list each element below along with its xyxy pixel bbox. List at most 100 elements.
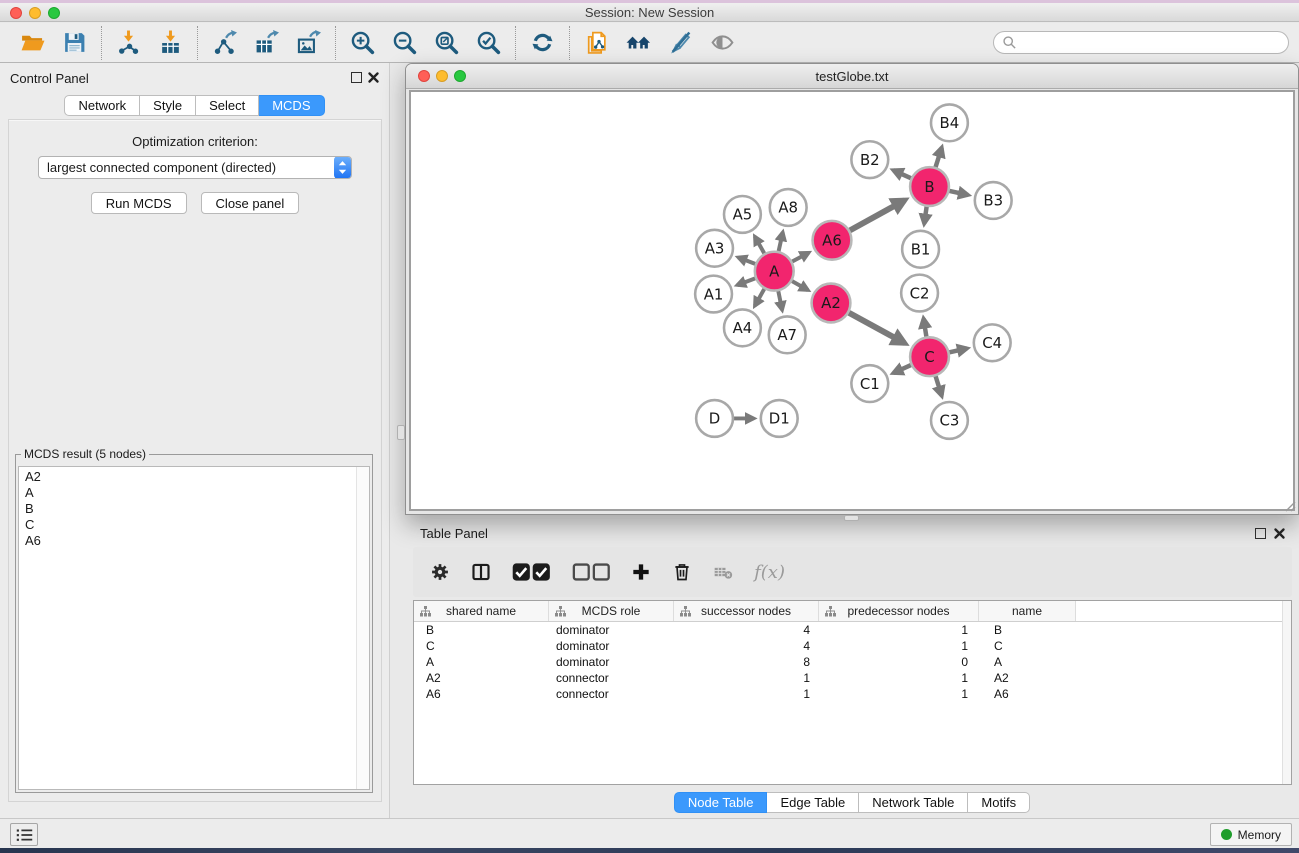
graph-edge-B-B2[interactable]	[893, 170, 911, 178]
search-box[interactable]	[993, 31, 1289, 54]
result-scrollbar[interactable]	[356, 467, 369, 789]
graph-node-C3[interactable]: C3	[931, 402, 968, 439]
create-column-icon[interactable]	[631, 562, 651, 582]
column-header-successor-nodes[interactable]: successor nodes	[674, 601, 819, 621]
select-all-columns-icon[interactable]	[512, 562, 551, 582]
table-cell[interactable]: 4	[674, 623, 819, 637]
graph-node-A6[interactable]: A6	[813, 221, 852, 260]
graph-edge-A-A4[interactable]	[755, 289, 764, 306]
graph-edge-B-B4[interactable]	[936, 148, 942, 168]
task-history-button[interactable]	[10, 823, 38, 846]
table-cell[interactable]: A2	[414, 671, 549, 685]
column-header-mcds-role[interactable]: MCDS role	[549, 601, 674, 621]
graph-node-A8[interactable]: A8	[770, 189, 807, 226]
table-cell[interactable]: connector	[549, 687, 674, 701]
export-network-icon[interactable]	[212, 30, 237, 55]
graph-node-D1[interactable]: D1	[761, 400, 798, 437]
result-item[interactable]: B	[19, 501, 369, 517]
graph-edge-A-A3[interactable]	[738, 257, 755, 264]
column-header-name[interactable]: name	[979, 601, 1076, 621]
duplicate-network-icon[interactable]	[584, 30, 609, 55]
graph-edge-A-A1[interactable]	[737, 278, 755, 285]
table-cell[interactable]: 1	[819, 639, 979, 653]
graph-node-B3[interactable]: B3	[975, 182, 1012, 219]
graph-node-C[interactable]: C	[910, 337, 949, 376]
graph-node-B1[interactable]: B1	[902, 231, 939, 268]
open-file-icon[interactable]	[20, 30, 45, 55]
graph-edge-A-A2[interactable]	[792, 281, 808, 290]
graph-edge-A2-C[interactable]	[849, 313, 905, 343]
table-cell[interactable]: 1	[674, 671, 819, 685]
graph-edge-B-B1[interactable]	[924, 207, 926, 224]
table-cell[interactable]: B	[979, 623, 1076, 637]
search-input[interactable]	[1017, 35, 1288, 50]
graph-edge-C-C4[interactable]	[949, 348, 967, 352]
table-cell[interactable]: B	[414, 623, 549, 637]
save-session-icon[interactable]	[62, 30, 87, 55]
graph-edge-C-C1[interactable]	[893, 365, 911, 373]
table-cell[interactable]: dominator	[549, 639, 674, 653]
graph-edge-C-C2[interactable]	[924, 319, 927, 337]
graph-edge-A6-B[interactable]	[850, 200, 905, 230]
table-cell[interactable]: A	[414, 655, 549, 669]
tab-motifs[interactable]: Motifs	[968, 792, 1030, 813]
result-item[interactable]: A	[19, 485, 369, 501]
tab-mcds[interactable]: MCDS	[259, 95, 324, 116]
tab-network[interactable]: Network	[64, 95, 140, 116]
tab-network-table[interactable]: Network Table	[859, 792, 968, 813]
graph-edge-A-A6[interactable]	[792, 253, 808, 262]
graph-node-B4[interactable]: B4	[931, 104, 968, 141]
tab-style[interactable]: Style	[140, 95, 196, 116]
zoom-out-icon[interactable]	[392, 30, 417, 55]
table-cell[interactable]: 1	[819, 687, 979, 701]
tab-edge-table[interactable]: Edge Table	[767, 792, 859, 813]
hide-graphics-icon[interactable]	[668, 30, 693, 55]
graph-node-A1[interactable]: A1	[695, 276, 732, 313]
graph-node-D[interactable]: D	[696, 400, 733, 437]
zoom-fit-icon[interactable]	[434, 30, 459, 55]
close-table-panel-icon[interactable]	[1273, 527, 1286, 540]
table-row[interactable]: A6connector11A6	[414, 686, 1291, 702]
close-panel-icon[interactable]	[367, 71, 380, 84]
table-cell[interactable]: dominator	[549, 623, 674, 637]
graph-edge-B-B3[interactable]	[949, 191, 967, 195]
table-options-gear-icon[interactable]	[430, 562, 450, 582]
float-table-panel-icon[interactable]	[1255, 528, 1266, 539]
result-item[interactable]: A6	[19, 533, 369, 549]
table-cell[interactable]: dominator	[549, 655, 674, 669]
graph-node-A7[interactable]: A7	[769, 316, 806, 353]
table-cell[interactable]: A	[979, 655, 1076, 669]
graph-node-A3[interactable]: A3	[696, 230, 733, 267]
tab-select[interactable]: Select	[196, 95, 259, 116]
table-cell[interactable]: 8	[674, 655, 819, 669]
tab-node-table[interactable]: Node Table	[674, 792, 768, 813]
graph-node-B[interactable]: B	[910, 167, 949, 206]
first-neighbors-icon[interactable]	[626, 30, 651, 55]
table-cell[interactable]: connector	[549, 671, 674, 685]
vertical-split-handle[interactable]	[397, 425, 405, 440]
graph-node-C1[interactable]: C1	[851, 365, 888, 402]
table-cell[interactable]: A2	[979, 671, 1076, 685]
table-row[interactable]: Cdominator41C	[414, 638, 1291, 654]
run-mcds-button[interactable]: Run MCDS	[91, 192, 187, 214]
network-canvas[interactable]: AA1A2A3A4A5A6A7A8BB1B2B3B4CC1C2C3C4DD1	[409, 90, 1295, 511]
result-item[interactable]: C	[19, 517, 369, 533]
delete-columns-icon[interactable]	[672, 562, 692, 582]
table-cell[interactable]: C	[979, 639, 1076, 653]
table-cell[interactable]: C	[414, 639, 549, 653]
table-scrollbar[interactable]	[1282, 601, 1291, 784]
graph-node-A[interactable]: A	[755, 252, 794, 291]
import-network-icon[interactable]	[116, 30, 141, 55]
column-header-shared-name[interactable]: shared name	[414, 601, 549, 621]
graph-node-A2[interactable]: A2	[812, 284, 851, 323]
export-table-icon[interactable]	[254, 30, 279, 55]
show-graphics-icon[interactable]	[710, 30, 735, 55]
refresh-view-icon[interactable]	[530, 30, 555, 55]
table-cell[interactable]: 4	[674, 639, 819, 653]
graph-node-C4[interactable]: C4	[974, 324, 1011, 361]
export-image-icon[interactable]	[296, 30, 321, 55]
show-columns-icon[interactable]	[471, 562, 491, 582]
graph-node-C2[interactable]: C2	[901, 275, 938, 312]
import-table-icon[interactable]	[158, 30, 183, 55]
resize-handle-icon[interactable]	[1284, 500, 1296, 512]
